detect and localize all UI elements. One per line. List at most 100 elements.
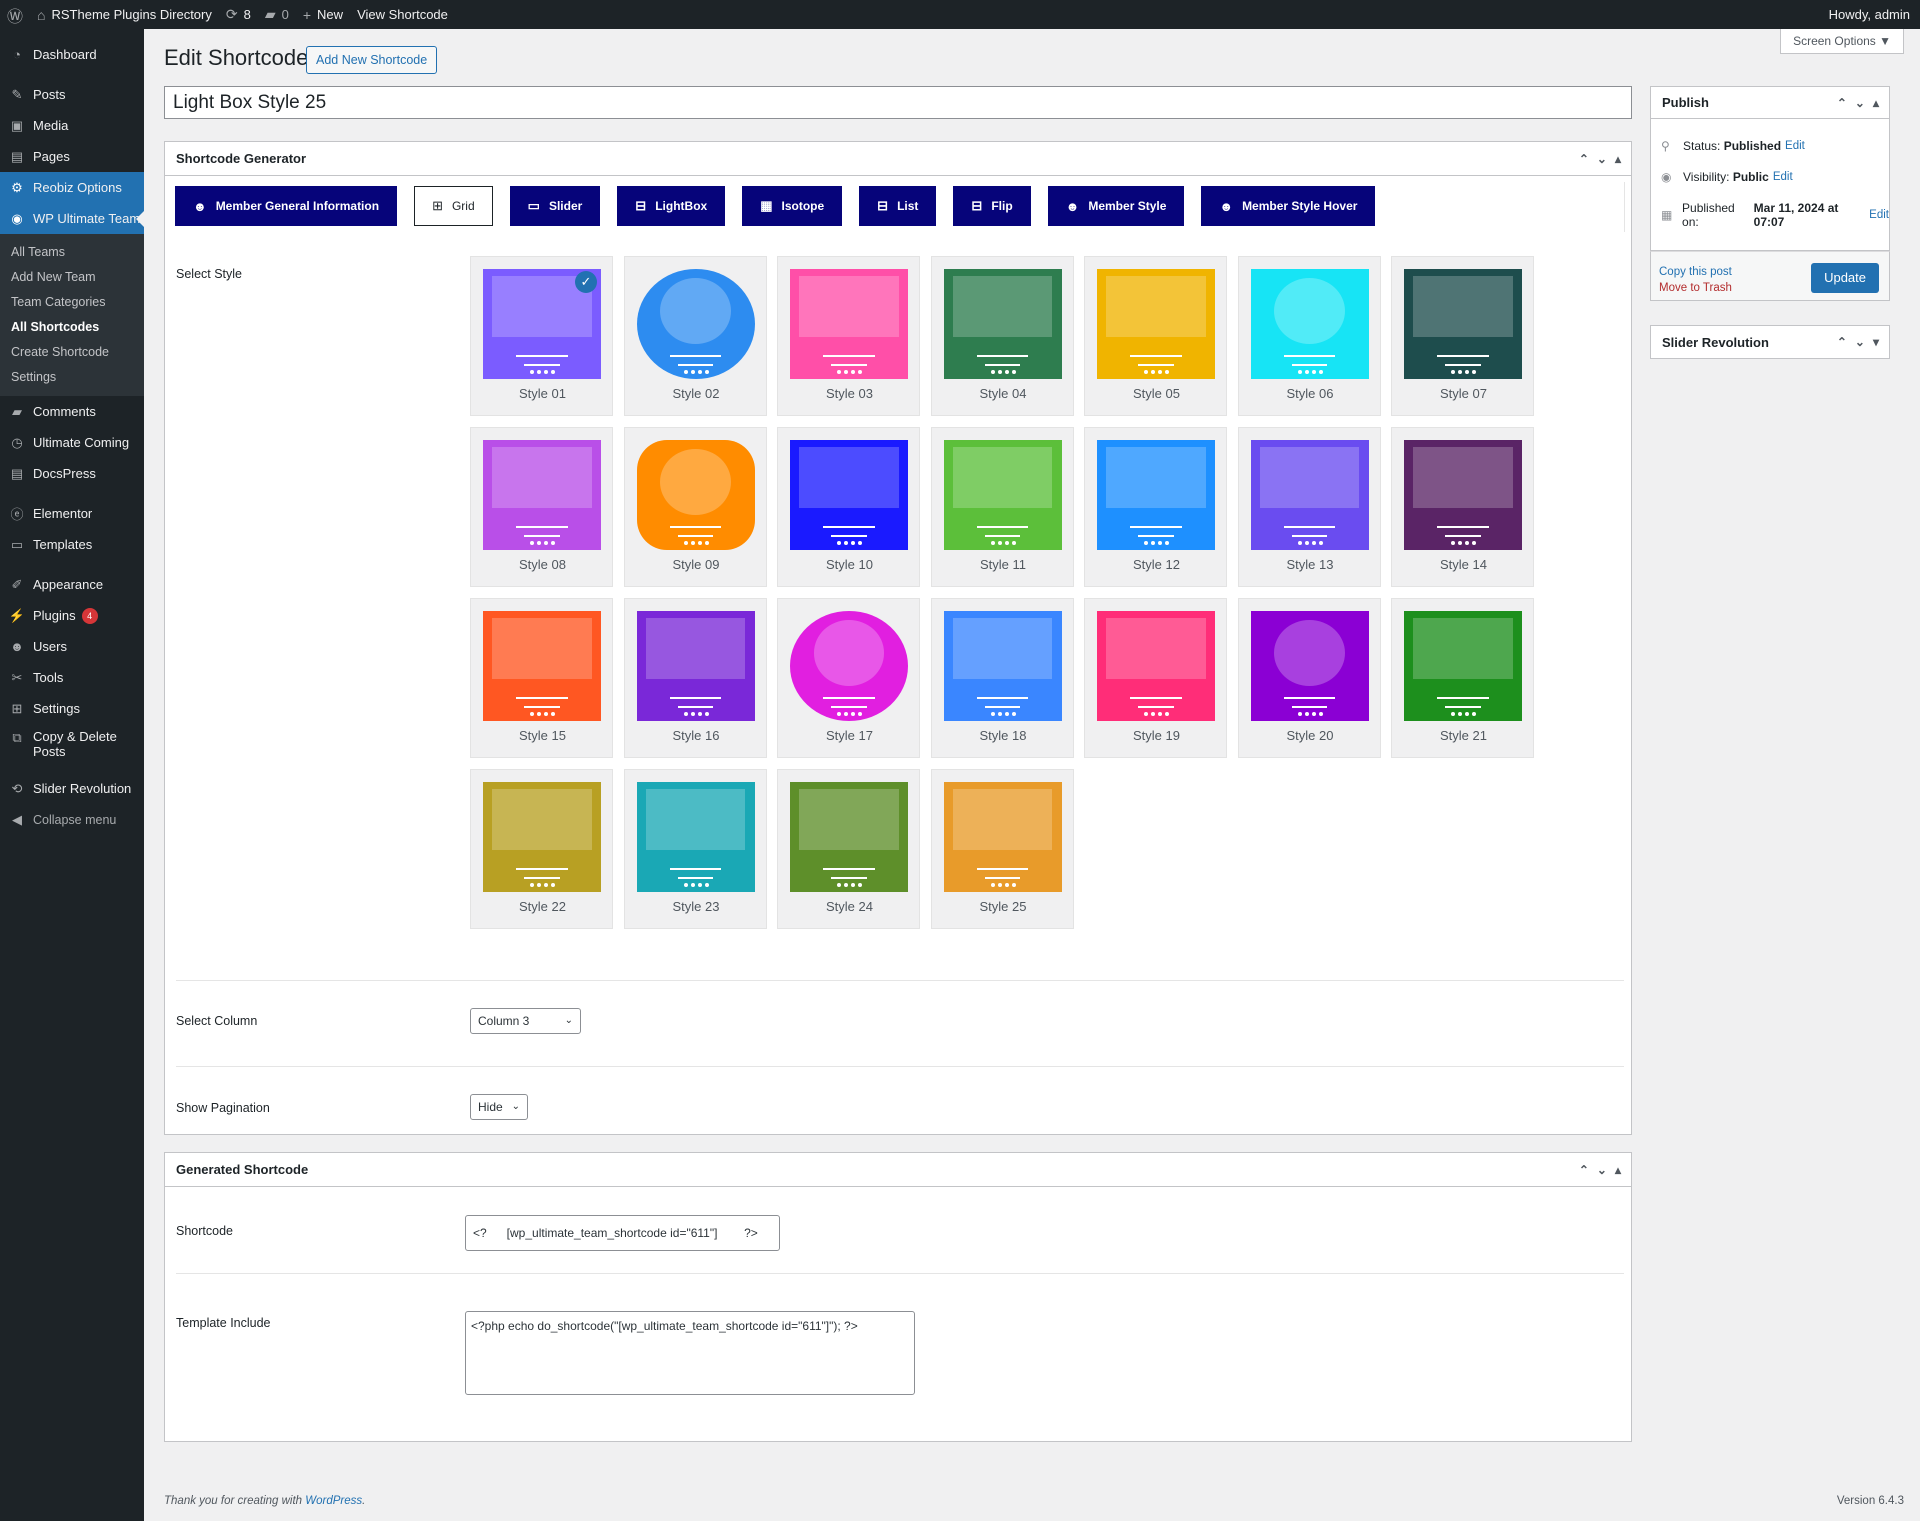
admin-menu: ◔ Dashboard ✎ Posts ▣ Media ▤ Pages ⚙ Reobiz … [0,29,144,1521]
style-card[interactable]: Style 23 [623,769,767,929]
collapse-menu-button[interactable]: ◀ Collapse menu [0,804,144,835]
edit-visibility-link[interactable]: Edit [1773,171,1793,183]
menu-slider-revolution[interactable]: ⟲ Slider Revolution [0,773,144,804]
template-include-textarea[interactable]: <?php echo do_shortcode("[wp_ultimate_te… [465,1311,915,1395]
edit-status-link[interactable]: Edit [1785,140,1805,152]
menu-tools[interactable]: ✂ Tools [0,662,144,693]
tab-flip[interactable]: ⊟ Flip [953,186,1031,226]
style-card[interactable]: Style 04 [930,256,1074,416]
move-down-icon[interactable]: ⌄ [1597,152,1607,166]
comments-link[interactable]: ▰ 0 [258,0,296,29]
menu-users[interactable]: ☻ Users [0,631,144,662]
move-up-icon[interactable]: ⌃ [1837,96,1847,110]
submenu-all-shortcodes[interactable]: All Shortcodes [0,315,144,340]
menu-ultimate-coming[interactable]: ◷ Ultimate Coming [0,427,144,458]
move-down-icon[interactable]: ⌄ [1855,96,1865,110]
menu-copy-delete-posts[interactable]: ⧉ Copy & Delete Posts [0,724,144,764]
submenu-create-shortcode[interactable]: Create Shortcode [0,340,144,365]
style-card[interactable]: Style 19 [1084,598,1227,758]
tab-isotope[interactable]: ▦ Isotope [742,186,843,226]
screen-options-button[interactable]: Screen Options ▼ [1780,29,1904,54]
submenu-settings[interactable]: Settings [0,365,144,390]
menu-templates[interactable]: ▭ Templates [0,529,144,560]
menu-reobiz-options[interactable]: ⚙ Reobiz Options [0,172,144,203]
style-card[interactable]: Style 21 [1391,598,1534,758]
submenu-add-new-team[interactable]: Add New Team [0,265,144,290]
tab-list[interactable]: ⊟ List [859,186,937,226]
user-icon: ☻ [10,639,24,654]
shortcode-input[interactable]: <? [wp_ultimate_team_shortcode id="611"]… [465,1215,780,1251]
toggle-panel-icon[interactable]: ▴ [1873,96,1879,110]
thumbnail-photo [660,448,731,515]
style-card[interactable]: ✓ Style 01 [470,256,613,416]
style-card[interactable]: Style 02 [623,256,767,416]
menu-wp-ultimate-team[interactable]: ◉ WP Ultimate Team [0,203,144,234]
toggle-panel-icon[interactable]: ▴ [1615,152,1621,166]
site-name-link[interactable]: ⌂ RSTheme Plugins Directory [30,0,219,29]
add-new-shortcode-button[interactable]: Add New Shortcode [306,46,438,74]
style-card[interactable]: Style 24 [777,769,920,929]
submenu-team-categories[interactable]: Team Categories [0,290,144,315]
column-select[interactable]: Column 3 ⌄ [470,1008,581,1034]
menu-plugins[interactable]: ⚡ Plugins 4 [0,600,144,631]
my-account-link[interactable]: Howdy, admin [1822,0,1920,29]
move-to-trash-link[interactable]: Move to Trash [1659,282,1732,294]
style-card[interactable]: Style 09 [623,427,767,587]
move-up-icon[interactable]: ⌃ [1837,335,1847,349]
style-card-label: Style 17 [826,728,873,743]
menu-posts[interactable]: ✎ Posts [0,79,144,110]
menu-elementor[interactable]: ⓔ Elementor [0,498,144,529]
thumbnail-dot [1158,541,1163,546]
move-up-icon[interactable]: ⌃ [1579,1163,1589,1177]
menu-appearance[interactable]: ✐ Appearance [0,569,144,600]
submenu-all-teams[interactable]: All Teams [0,240,144,265]
menu-settings[interactable]: ⊞ Settings [0,693,144,724]
menu-docspress[interactable]: ▤ DocsPress [0,458,144,489]
style-card[interactable]: Style 07 [1391,256,1534,416]
toggle-panel-icon[interactable]: ▴ [1615,1163,1621,1177]
style-card[interactable]: Style 17 [777,598,920,758]
style-card[interactable]: Style 12 [1084,427,1227,587]
style-card[interactable]: Style 10 [777,427,920,587]
tab-grid[interactable]: ⊞ Grid [414,186,493,226]
style-card[interactable]: Style 06 [1237,256,1381,416]
menu-media[interactable]: ▣ Media [0,110,144,141]
tab-slider[interactable]: ▭ Slider [509,186,601,226]
style-card[interactable]: Style 16 [623,598,767,758]
copy-this-post-link[interactable]: Copy this post [1659,266,1732,278]
style-card[interactable]: Style 20 [1237,598,1381,758]
style-card[interactable]: Style 13 [1237,427,1381,587]
view-shortcode-link[interactable]: View Shortcode [350,0,455,29]
style-card[interactable]: Style 14 [1391,427,1534,587]
tab-member-style[interactable]: ☻ Member Style [1047,186,1185,226]
style-card[interactable]: Style 11 [930,427,1074,587]
wp-logo-icon[interactable]: Ⓦ [0,0,30,29]
menu-pages[interactable]: ▤ Pages [0,141,144,172]
updates-link[interactable]: ⟳ 8 [219,0,258,29]
move-up-icon[interactable]: ⌃ [1579,152,1589,166]
list-icon: ⊟ [877,198,889,213]
pagination-select[interactable]: Hide ⌄ [470,1094,528,1120]
style-card[interactable]: Style 25 [930,769,1074,929]
move-down-icon[interactable]: ⌄ [1855,335,1865,349]
tab-lightbox[interactable]: ⊟ LightBox [617,186,726,226]
menu-comments[interactable]: ▰ Comments [0,396,144,427]
style-card[interactable]: Style 05 [1084,256,1227,416]
menu-dashboard[interactable]: ◔ Dashboard [0,39,144,70]
style-card[interactable]: Style 18 [930,598,1074,758]
toggle-panel-icon[interactable]: ▾ [1873,335,1879,349]
tab-member-general-information[interactable]: ☻ Member General Information [175,186,398,226]
style-card[interactable]: Style 22 [470,769,613,929]
style-card[interactable]: Style 15 [470,598,613,758]
style-card-label: Style 01 [519,386,566,401]
wordpress-link[interactable]: WordPress [305,1495,362,1507]
edit-date-link[interactable]: Edit [1869,209,1889,221]
post-title-input[interactable]: Light Box Style 25 [164,86,1632,119]
tab-member-style-hover[interactable]: ☻ Member Style Hover [1201,186,1376,226]
style-card[interactable]: Style 08 [470,427,613,587]
update-button[interactable]: Update [1811,263,1879,293]
style-card[interactable]: Style 03 [777,256,920,416]
move-down-icon[interactable]: ⌄ [1597,1163,1607,1177]
thumbnail-dot [697,883,702,888]
new-content-link[interactable]: + New [296,0,350,29]
